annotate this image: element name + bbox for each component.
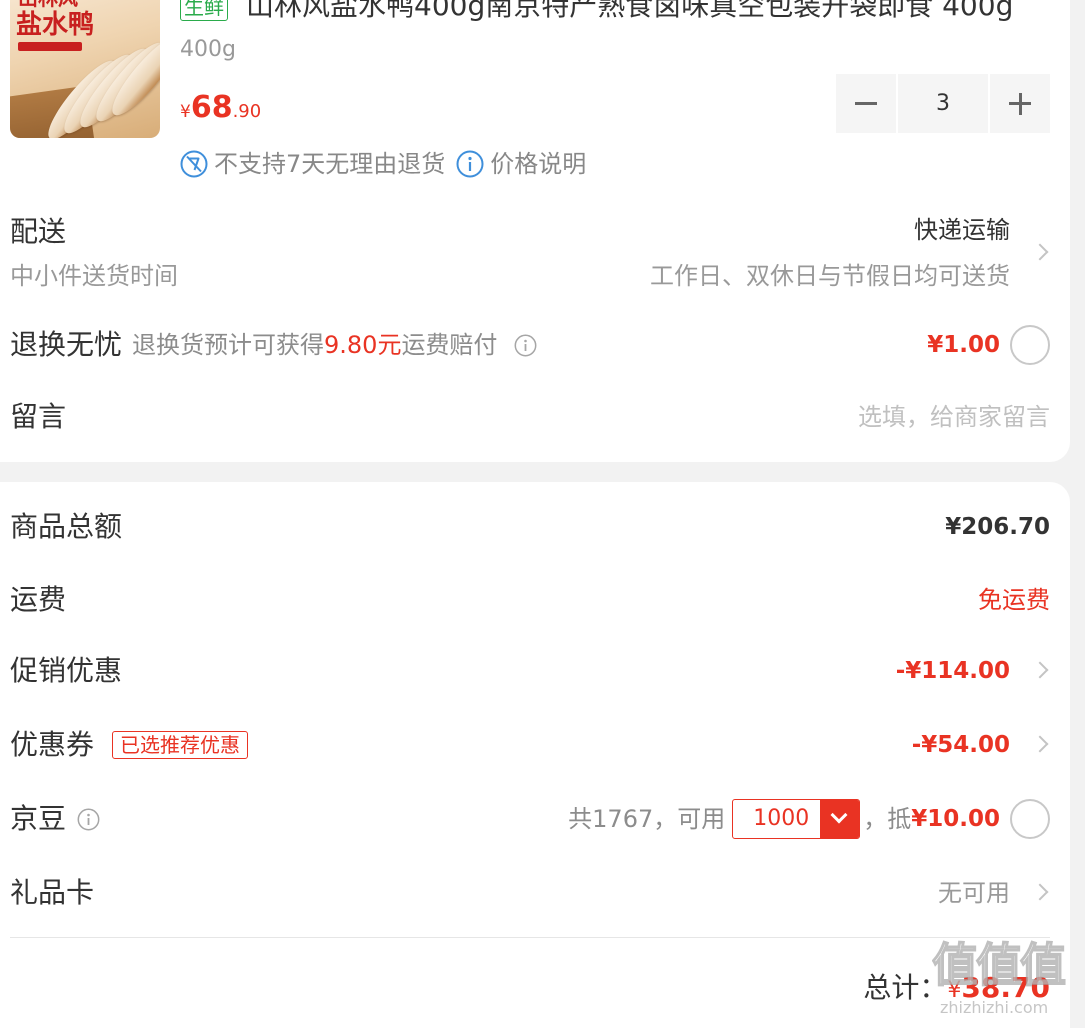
- return-insurance-price: ¥1.00: [927, 332, 1000, 358]
- coupon-label: 优惠券: [10, 728, 95, 761]
- price-explanation-text: 价格说明: [490, 150, 587, 178]
- jingdou-deduct-text: ，抵: [863, 805, 912, 833]
- quantity-stepper: [836, 74, 1050, 133]
- package-brand-text: 山林风: [18, 0, 78, 10]
- info-icon[interactable]: [514, 334, 537, 357]
- divider: [10, 937, 1050, 938]
- jingdou-selected-amount: 1000: [753, 806, 810, 831]
- coupon-row[interactable]: 优惠券 已选推荐优惠 -¥54.00: [0, 715, 1070, 775]
- order-card: 山林风 盐水鸭 生鲜 山林风盐水鸭400g南京特产熟食卤味真空包装开袋即食 40…: [0, 0, 1070, 462]
- shipping-row: 运费 免运费: [0, 570, 1070, 630]
- jingdou-radio[interactable]: [1010, 799, 1050, 839]
- return-insurance-row: 退换无忧 退换货预计可获得 9.80元 运费赔付 ¥1.00: [0, 315, 1070, 375]
- coupon-recommended-badge: 已选推荐优惠: [112, 731, 248, 759]
- promotion-row[interactable]: 促销优惠 -¥114.00: [0, 641, 1070, 701]
- jingdou-available-text: 共1767，可用: [568, 805, 726, 833]
- return-desc-prefix: 退换货预计可获得: [132, 331, 324, 359]
- total-currency: ¥: [947, 978, 962, 1003]
- shipping-value: 免运费: [978, 586, 1050, 614]
- no-return-icon: [180, 150, 208, 178]
- gift-card-value: 无可用: [938, 879, 1010, 907]
- delivery-method: 快递运输: [914, 216, 1010, 244]
- return-insurance-label: 退换无忧: [10, 328, 123, 361]
- summary-card: 商品总额 ¥206.70 运费 免运费 促销优惠 -¥114.00 优惠券 已选…: [0, 482, 1070, 1028]
- info-icon: [456, 150, 484, 178]
- no-return-notice: 不支持7天无理由退货: [180, 150, 445, 178]
- return-desc-suffix: 运费赔付: [401, 331, 498, 359]
- price-decimal: .90: [232, 101, 262, 122]
- delivery-label: 配送: [10, 215, 67, 248]
- package-name-text: 盐水鸭: [16, 10, 95, 40]
- product-price: ¥ 68 .90: [180, 88, 261, 128]
- delivery-schedule: 工作日、双休日与节假日均可送货: [650, 262, 1010, 290]
- total-label: 总计：: [863, 971, 948, 1004]
- product-title[interactable]: 山林风盐水鸭400g南京特产熟食卤味真空包装开袋即食 400g: [246, 0, 1050, 24]
- package-stripe: [18, 42, 82, 51]
- order-total: 总计： ¥ 38.70: [863, 968, 1050, 1008]
- return-insurance-description: 退换货预计可获得 9.80元 运费赔付: [132, 331, 537, 359]
- goods-total-row: 商品总额 ¥206.70: [0, 497, 1070, 557]
- increase-quantity-button[interactable]: [990, 74, 1050, 133]
- return-desc-amount: 9.80元: [324, 331, 402, 359]
- goods-total-value: ¥206.70: [945, 514, 1050, 540]
- jingdou-label: 京豆: [10, 802, 67, 835]
- chevron-right-icon: [1031, 661, 1049, 679]
- price-explanation-link[interactable]: 价格说明: [456, 150, 586, 178]
- quantity-input[interactable]: [898, 74, 988, 133]
- chevron-right-icon: [1031, 735, 1049, 753]
- coupon-value: -¥54.00: [911, 732, 1010, 758]
- delivery-sublabel: 中小件送货时间: [10, 262, 178, 290]
- product-spec: 400g: [180, 37, 236, 62]
- info-icon[interactable]: [77, 808, 100, 831]
- jingdou-deduct-value: ¥10.00: [911, 806, 1000, 832]
- total-row: 总计： ¥ 38.70: [0, 958, 1070, 1018]
- price-currency: ¥: [180, 102, 191, 122]
- promotion-label: 促销优惠: [10, 654, 123, 687]
- promotion-value: -¥114.00: [895, 658, 1010, 684]
- minus-icon: [855, 102, 877, 105]
- product-image[interactable]: 山林风 盐水鸭: [10, 0, 160, 138]
- shipping-label: 运费: [10, 583, 67, 616]
- dropdown-button[interactable]: [820, 800, 860, 838]
- gift-card-label: 礼品卡: [10, 876, 95, 909]
- price-integer: 68: [190, 90, 233, 125]
- decrease-quantity-button[interactable]: [836, 74, 896, 133]
- chevron-right-icon: [1031, 243, 1049, 261]
- return-insurance-radio[interactable]: [1010, 325, 1050, 365]
- product-notices: 不支持7天无理由退货 价格说明: [180, 150, 586, 178]
- message-label: 留言: [10, 400, 67, 433]
- chevron-right-icon: [1031, 883, 1049, 901]
- goods-total-label: 商品总额: [10, 510, 123, 543]
- jingdou-amount-select[interactable]: 1000: [732, 799, 861, 839]
- chevron-down-icon: [830, 806, 848, 824]
- fresh-tag: 生鲜: [180, 0, 228, 21]
- jingdou-row: 京豆 共1767，可用 1000 ，抵 ¥10.00: [0, 789, 1070, 849]
- delivery-row[interactable]: 配送 中小件送货时间 快递运输 工作日、双休日与节假日均可送货: [0, 206, 1070, 300]
- message-row: 留言: [0, 387, 1070, 447]
- gift-card-row[interactable]: 礼品卡 无可用: [0, 863, 1070, 923]
- message-input[interactable]: [530, 403, 1050, 431]
- jingdou-usage: 共1767，可用 1000 ，抵 ¥10.00: [568, 799, 1000, 839]
- no-return-text: 不支持7天无理由退货: [214, 150, 446, 178]
- total-amount: 38.70: [961, 971, 1050, 1004]
